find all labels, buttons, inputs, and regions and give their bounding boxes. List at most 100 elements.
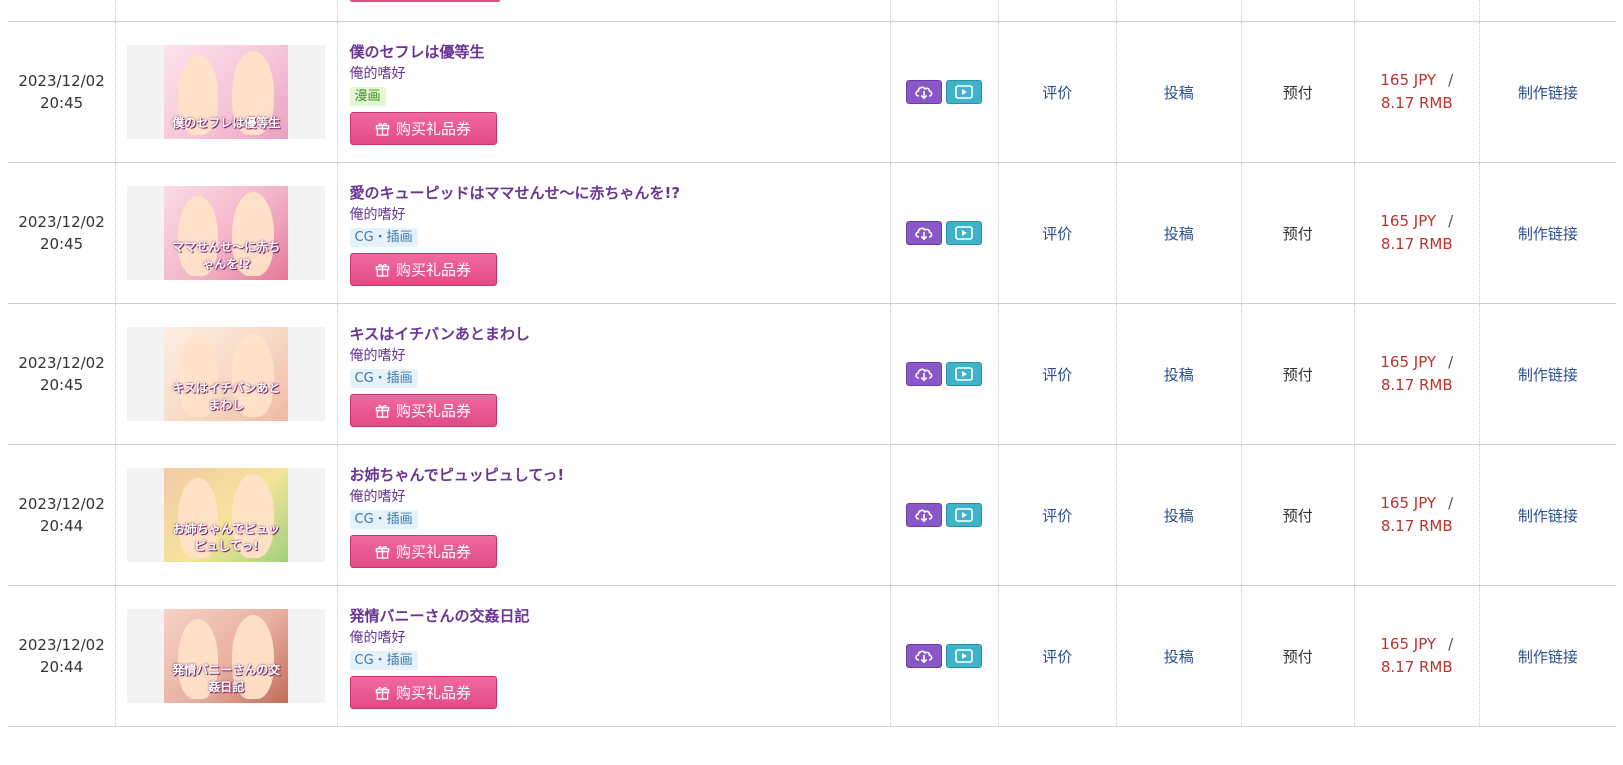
cloud-download-icon xyxy=(915,509,933,523)
buy-gift-card-button[interactable]: 购买礼品券 xyxy=(349,252,497,286)
post-link[interactable]: 投稿 xyxy=(1164,84,1194,102)
prepay-label: 预付 xyxy=(1282,83,1313,102)
make-link[interactable]: 制作链接 xyxy=(1518,366,1578,384)
price-rmb: 8.17 RMB xyxy=(1380,376,1453,394)
post-link[interactable]: 投稿 xyxy=(1164,507,1194,525)
circle-name-link[interactable]: 俺的嗜好 xyxy=(350,205,891,225)
price-jpy: 165 JPY xyxy=(1380,353,1437,371)
cloud-download-icon xyxy=(915,650,933,664)
category-badge: CG・插画 xyxy=(349,227,418,247)
make-link[interactable]: 制作链接 xyxy=(1518,507,1578,525)
work-title-link[interactable]: お姉ちゃんでピュッピュしてっ! xyxy=(350,465,891,485)
thumbnail-cell: ママせんせ～に赤ちゃんを!? xyxy=(115,162,338,304)
review-link[interactable]: 评价 xyxy=(1042,648,1072,666)
gift-icon xyxy=(375,404,390,418)
gift-button-label: 购买礼品券 xyxy=(396,260,472,279)
play-icon xyxy=(955,367,974,381)
work-title-link[interactable]: 愛のキューピッドはママせんせ～に赤ちゃんを!? xyxy=(350,183,891,203)
price-jpy: 165 JPY xyxy=(1380,212,1437,230)
works-table: 2023/12/02 20:45 僕のセフレは優等生 僕のセフレは優等生 俺的嗜… xyxy=(8,0,1616,727)
thumbnail-cell: キスはイチバンあとまわし xyxy=(115,303,338,445)
thumbnail-caption: お姉ちゃんでピュッピュしてっ! xyxy=(172,522,281,553)
circle-name-link[interactable]: 俺的嗜好 xyxy=(350,487,891,507)
release-date: 2023/12/02 xyxy=(18,72,105,90)
price-rmb: 8.17 RMB xyxy=(1380,517,1453,535)
make-link-cell: 制作链接 xyxy=(1479,585,1616,727)
thumbnail-image[interactable]: お姉ちゃんでピュッピュしてっ! xyxy=(164,468,289,562)
category-badge: 漫画 xyxy=(349,86,386,106)
make-link[interactable]: 制作链接 xyxy=(1518,84,1578,102)
make-link-cell: 制作链接 xyxy=(1479,303,1616,445)
post-link[interactable]: 投稿 xyxy=(1164,366,1194,384)
circle-name-link[interactable]: 俺的嗜好 xyxy=(350,64,891,84)
download-button[interactable] xyxy=(906,80,943,104)
download-button[interactable] xyxy=(906,221,943,245)
gift-icon xyxy=(375,686,390,700)
cell xyxy=(337,0,892,22)
post-link[interactable]: 投稿 xyxy=(1164,225,1194,243)
prepay-cell: 预付 xyxy=(1241,21,1355,163)
cell xyxy=(1241,0,1355,22)
buy-gift-card-button[interactable]: 购买礼品券 xyxy=(349,675,497,709)
gift-button-partial[interactable] xyxy=(349,0,500,2)
post-cell: 投稿 xyxy=(1116,303,1242,445)
thumbnail-image[interactable]: ママせんせ～に赤ちゃんを!? xyxy=(164,186,289,280)
thumbnail-frame[interactable]: 僕のセフレは優等生 xyxy=(127,45,326,139)
preview-button[interactable] xyxy=(946,503,983,527)
download-button[interactable] xyxy=(906,362,943,386)
category-badge: CG・插画 xyxy=(349,650,418,670)
review-link[interactable]: 评价 xyxy=(1042,84,1072,102)
price-rmb: 8.17 RMB xyxy=(1380,658,1453,676)
cloud-download-icon xyxy=(915,86,933,100)
release-time: 20:44 xyxy=(39,517,84,535)
actions-cell xyxy=(890,585,999,727)
prepay-label: 预付 xyxy=(1282,647,1313,666)
make-link[interactable]: 制作链接 xyxy=(1518,225,1578,243)
thumbnail-frame[interactable]: お姉ちゃんでピュッピュしてっ! xyxy=(127,468,326,562)
table-row: 2023/12/02 20:44 お姉ちゃんでピュッピュしてっ! お姉ちゃんでピ… xyxy=(8,444,1616,586)
review-link[interactable]: 评价 xyxy=(1042,507,1072,525)
download-button[interactable] xyxy=(906,644,943,668)
thumbnail-cell: お姉ちゃんでピュッピュしてっ! xyxy=(115,444,338,586)
preview-button[interactable] xyxy=(946,644,983,668)
price-cell: 165 JPY / 8.17 RMB xyxy=(1354,303,1480,445)
play-icon xyxy=(955,85,974,99)
table-row: 2023/12/02 20:45 ママせんせ～に赤ちゃんを!? 愛のキューピッド… xyxy=(8,162,1616,304)
buy-gift-card-button[interactable]: 购买礼品券 xyxy=(349,111,497,145)
make-link[interactable]: 制作链接 xyxy=(1518,648,1578,666)
review-link[interactable]: 评价 xyxy=(1042,225,1072,243)
thumbnail-image[interactable]: 僕のセフレは優等生 xyxy=(164,45,289,139)
preview-button[interactable] xyxy=(946,221,983,245)
buy-gift-card-button[interactable]: 购买礼品券 xyxy=(349,393,497,427)
play-icon xyxy=(955,226,974,240)
thumbnail-caption: 発情バニーさんの交姦日記 xyxy=(172,663,281,694)
post-cell: 投稿 xyxy=(1116,162,1242,304)
post-link[interactable]: 投稿 xyxy=(1164,648,1194,666)
review-link[interactable]: 评价 xyxy=(1042,366,1072,384)
gift-icon xyxy=(375,122,390,136)
thumbnail-frame[interactable]: キスはイチバンあとまわし xyxy=(127,327,326,421)
preview-button[interactable] xyxy=(946,362,983,386)
gift-button-label: 购买礼品券 xyxy=(396,119,472,138)
preview-button[interactable] xyxy=(946,80,983,104)
thumbnail-frame[interactable]: 発情バニーさんの交姦日記 xyxy=(127,609,326,703)
category-badge: CG・插画 xyxy=(349,509,418,529)
info-cell: 僕のセフレは優等生 俺的嗜好 漫画 购买礼品券 xyxy=(337,21,892,163)
price-jpy: 165 JPY xyxy=(1380,494,1437,512)
cell xyxy=(890,0,999,22)
work-title-link[interactable]: 発情バニーさんの交姦日記 xyxy=(350,606,891,626)
work-title-link[interactable]: キスはイチバンあとまわし xyxy=(350,324,891,344)
thumbnail-image[interactable]: 発情バニーさんの交姦日記 xyxy=(164,609,289,703)
prepay-cell: 预付 xyxy=(1241,162,1355,304)
thumbnail-image[interactable]: キスはイチバンあとまわし xyxy=(164,327,289,421)
download-button[interactable] xyxy=(906,503,943,527)
thumbnail-frame[interactable]: ママせんせ～に赤ちゃんを!? xyxy=(127,186,326,280)
prepay-cell: 预付 xyxy=(1241,585,1355,727)
make-link-cell: 制作链接 xyxy=(1479,162,1616,304)
circle-name-link[interactable]: 俺的嗜好 xyxy=(350,628,891,648)
price-jpy: 165 JPY xyxy=(1380,635,1437,653)
work-title-link[interactable]: 僕のセフレは優等生 xyxy=(350,42,891,62)
buy-gift-card-button[interactable]: 购买礼品券 xyxy=(349,534,497,568)
info-cell: お姉ちゃんでピュッピュしてっ! 俺的嗜好 CG・插画 购买礼品券 xyxy=(337,444,892,586)
circle-name-link[interactable]: 俺的嗜好 xyxy=(350,346,891,366)
